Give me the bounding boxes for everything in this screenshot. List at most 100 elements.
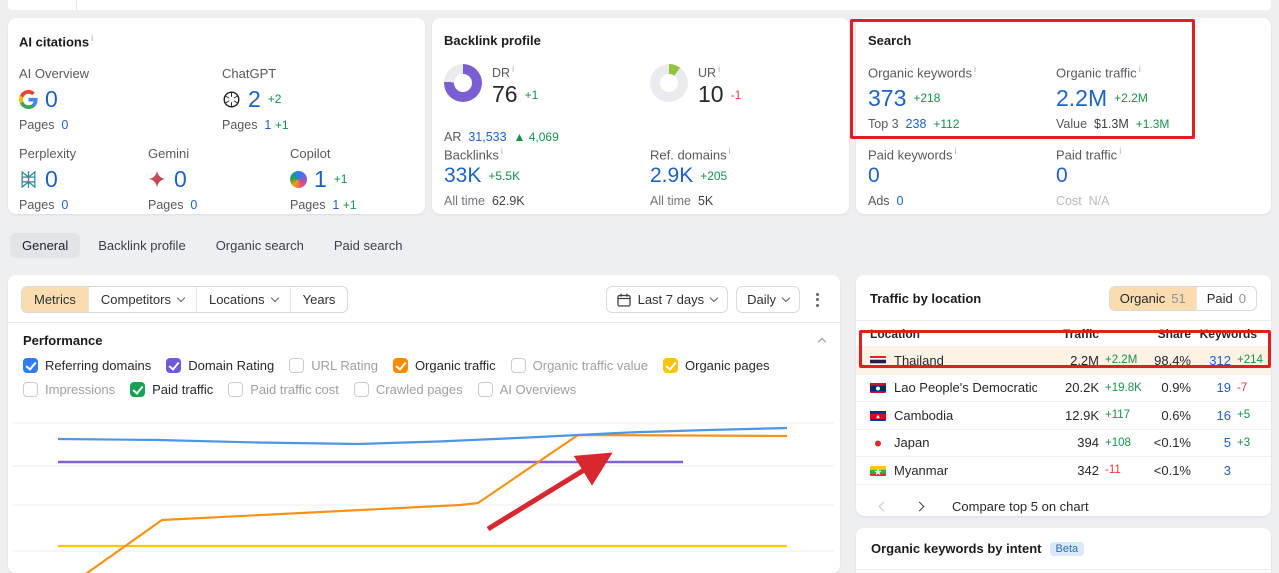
chatgpt-change: +2 bbox=[267, 92, 282, 106]
organic-traffic-change: +2.2M bbox=[1114, 91, 1148, 106]
myanmar-flag-icon bbox=[870, 465, 886, 476]
granularity-button[interactable]: Daily bbox=[736, 286, 800, 313]
backlinks-value[interactable]: 33K bbox=[444, 164, 481, 188]
divider bbox=[856, 569, 1271, 570]
collapse-chevron-icon[interactable] bbox=[817, 337, 827, 347]
checkbox[interactable] bbox=[289, 358, 305, 373]
chevron-down-icon bbox=[781, 293, 791, 303]
checkbox[interactable] bbox=[392, 358, 408, 373]
organic-traffic-label: Organic traffic i bbox=[1056, 64, 1141, 81]
metric-organic-traffic[interactable]: Organic traffic bbox=[392, 358, 496, 373]
col-share[interactable]: Share bbox=[1145, 327, 1191, 341]
table-row-japan[interactable]: Japan 394 +108 <0.1% 5 +3 bbox=[856, 428, 1271, 457]
chevron-down-icon bbox=[709, 293, 719, 303]
years-button[interactable]: Years bbox=[289, 287, 348, 312]
table-row-myanmar[interactable]: Myanmar 342 -11 <0.1% 3 bbox=[856, 456, 1271, 484]
info-icon[interactable]: i bbox=[512, 64, 514, 74]
copilot-icon bbox=[290, 170, 307, 188]
col-keywords[interactable]: Keywords bbox=[1191, 327, 1257, 341]
info-icon[interactable]: i bbox=[955, 146, 957, 156]
paid-keywords-value[interactable]: 0 bbox=[868, 164, 880, 188]
info-icon[interactable]: i bbox=[729, 146, 731, 156]
col-location[interactable]: Location bbox=[870, 327, 1037, 341]
section-tabs: General Backlink profile Organic search … bbox=[10, 233, 415, 258]
divider bbox=[76, 0, 77, 10]
paid-traffic-value[interactable]: 0 bbox=[1056, 164, 1068, 188]
beta-badge: Beta bbox=[1049, 541, 1085, 556]
ai-citations-title: AI citations i bbox=[19, 33, 94, 50]
organic-keywords-value[interactable]: 373 bbox=[868, 85, 906, 112]
ads-row: Ads 0 bbox=[868, 194, 904, 209]
copilot-value[interactable]: 1 bbox=[314, 166, 327, 193]
performance-title: Performance bbox=[23, 333, 103, 348]
metric-domain-rating[interactable]: Domain Rating bbox=[166, 358, 274, 373]
ai-overview-value[interactable]: 0 bbox=[45, 86, 58, 113]
compare-top5-link[interactable]: Compare top 5 on chart bbox=[952, 499, 1089, 514]
metrics-button[interactable]: Metrics bbox=[22, 287, 88, 312]
checkbox[interactable] bbox=[23, 358, 38, 373]
dr-donut-chart bbox=[444, 64, 482, 102]
backlinks-change: +5.5K bbox=[488, 169, 521, 184]
location-table-header: Location Traffic Share Keywords bbox=[856, 321, 1271, 346]
copilot-pages: Pages 1 +1 bbox=[290, 198, 357, 212]
value-row: Value $1.3M +1.3M bbox=[1056, 117, 1170, 132]
backlinks-alltime: All time 62.9K bbox=[444, 194, 525, 209]
organic-traffic-stat: Organic traffic i 2.2M +2.2M Value $1.3M … bbox=[1056, 64, 1169, 131]
info-icon[interactable]: i bbox=[974, 64, 976, 74]
info-icon[interactable]: i bbox=[1139, 64, 1141, 74]
ref-domains-change: +205 bbox=[700, 169, 728, 184]
next-page-button[interactable] bbox=[906, 496, 932, 518]
ref-domains-value[interactable]: 2.9K bbox=[650, 164, 693, 188]
paid-keywords-stat: Paid keywords i 0 Ads 0 bbox=[868, 146, 957, 208]
table-row-cambodia[interactable]: Cambodia 12.9K +117 0.6% 16 +5 bbox=[856, 401, 1271, 429]
copilot-change: +1 bbox=[333, 172, 348, 186]
paid-toggle-button[interactable]: Paid 0 bbox=[1195, 287, 1256, 310]
backlinks-stat: Backlinks i 33K +5.5K All time 62.9K bbox=[444, 146, 525, 208]
info-icon[interactable]: i bbox=[501, 146, 503, 156]
metric-url-rating[interactable]: URL Rating bbox=[289, 358, 378, 373]
metric-organic-pages[interactable]: Organic pages bbox=[663, 358, 770, 373]
metric-referring-domains[interactable]: Referring domains bbox=[23, 358, 151, 373]
performance-line-chart[interactable] bbox=[8, 395, 840, 573]
col-traffic[interactable]: Traffic bbox=[1037, 327, 1099, 341]
chart-toolbar: Metrics Competitors Locations Years Last… bbox=[8, 275, 840, 322]
top3-row: Top 3 238 +112 bbox=[868, 117, 960, 132]
info-icon[interactable]: i bbox=[718, 64, 720, 74]
date-range-button[interactable]: Last 7 days bbox=[605, 286, 729, 313]
laos-flag-icon bbox=[870, 382, 886, 394]
perplexity-value[interactable]: 0 bbox=[45, 166, 58, 193]
locations-button[interactable]: Locations bbox=[195, 287, 290, 312]
chatgpt-pages: Pages 1 +1 bbox=[222, 118, 289, 132]
dr-block: DR i 76 +1 bbox=[444, 64, 538, 108]
paid-traffic-label: Paid traffic i bbox=[1056, 146, 1122, 163]
checkbox[interactable] bbox=[166, 358, 182, 373]
ai-overview-stat: AI Overview 0 Pages 0 bbox=[19, 66, 89, 132]
calendar-icon bbox=[616, 293, 631, 307]
competitors-button[interactable]: Competitors bbox=[87, 287, 196, 312]
metric-organic-traffic-value[interactable]: Organic traffic value bbox=[510, 358, 648, 373]
tab-general[interactable]: General bbox=[10, 233, 81, 258]
organic-traffic-value[interactable]: 2.2M bbox=[1056, 85, 1107, 112]
organic-toggle-button[interactable]: Organic 51 bbox=[1109, 287, 1196, 310]
checkbox[interactable] bbox=[510, 358, 526, 373]
traffic-by-location-title: Traffic by location bbox=[870, 291, 982, 306]
table-row-thailand[interactable]: Thailand 2.2M +2.2M 98.4% 312 +214 bbox=[856, 346, 1271, 374]
chatgpt-value[interactable]: 2 bbox=[248, 86, 261, 113]
info-icon[interactable]: i bbox=[1119, 146, 1121, 156]
gemini-pages: Pages 0 bbox=[148, 198, 198, 212]
tab-paid-search[interactable]: Paid search bbox=[322, 233, 415, 258]
dr-value: 76 bbox=[492, 81, 518, 108]
tab-backlink-profile[interactable]: Backlink profile bbox=[86, 233, 197, 258]
checkbox[interactable] bbox=[663, 358, 678, 373]
table-row-laos[interactable]: Lao People's Democratic Repub 20.2K +19.… bbox=[856, 373, 1271, 402]
more-options-button[interactable] bbox=[808, 287, 827, 313]
info-icon[interactable]: i bbox=[91, 33, 93, 43]
prev-page-button[interactable] bbox=[870, 496, 896, 518]
ur-change: -1 bbox=[730, 87, 742, 102]
tab-organic-search[interactable]: Organic search bbox=[204, 233, 316, 258]
metric-checkboxes: Referring domains Domain Rating URL Rati… bbox=[8, 350, 840, 397]
ur-block: UR i 10 -1 bbox=[650, 64, 741, 108]
gemini-value[interactable]: 0 bbox=[174, 166, 187, 193]
chart-date-controls: Last 7 days Daily bbox=[605, 286, 827, 313]
ur-label: UR i bbox=[698, 64, 721, 81]
